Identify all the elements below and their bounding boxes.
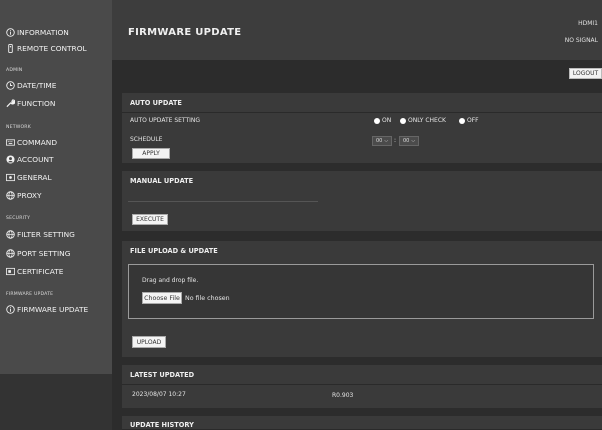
sidebar-item-firmware-update[interactable]: FIRMWARE UPDATE [6,301,88,317]
section-label-network: NETWORK [6,125,31,130]
clock-icon [6,80,15,90]
file-drop-zone[interactable]: Drag and drop file. Choose File No file … [128,264,594,319]
sidebar-item-information[interactable]: INFORMATION [6,24,69,40]
logout-button[interactable]: LOGOUT [569,68,602,79]
file-status: No file chosen [185,295,230,302]
section-label-security: SECURITY [6,216,31,221]
signal-status: NO SIGNAL [564,37,598,44]
file-upload-panel: FILE UPLOAD & UPDATE Drag and drop file.… [122,241,602,357]
sidebar-item-account[interactable]: ACCOUNT [6,151,54,167]
drop-instructions: Drag and drop file. [142,277,199,284]
select-value: 00 [403,138,410,144]
sidebar-item-label: REMOTE CONTROL [17,43,87,53]
minute-select[interactable]: 00 ⌵ [399,136,419,146]
page-title: FIRMWARE UPDATE [128,27,242,38]
general-icon [6,173,15,182]
latest-updated-panel: LATEST UPDATED 2023/08/07 10:27 R0.903 [122,365,602,408]
sidebar-item-label: GENERAL [17,172,52,182]
firmware-version: R0.903 [332,392,354,399]
section-label-firmware-update: FIRMWARE UPDATE [6,292,54,297]
radio-dot [400,117,406,124]
panel-title: MANUAL UPDATE [130,177,194,185]
auto-update-panel: AUTO UPDATE AUTO UPDATE SETTING ON ONLY … [122,93,602,163]
choose-file-button[interactable]: Choose File [142,292,182,304]
time-separator: : [394,137,397,144]
sidebar-item-label: INFORMATION [17,27,69,37]
sidebar-item-label: PORT SETTING [17,248,71,258]
execute-button[interactable]: EXECUTE [132,214,168,225]
account-icon [6,154,15,164]
radio-label: ON [382,117,392,124]
globe-icon [6,248,15,258]
globe-icon [6,229,15,239]
panel-title: UPDATE HISTORY [122,416,602,430]
sidebar-item-filter-setting[interactable]: FILTER SETTING [6,226,75,242]
radio-dot [374,117,380,124]
chevron-down-icon: ⌵ [411,138,416,144]
sidebar-item-label: PROXY [17,190,42,200]
wrench-icon [6,98,15,108]
radio-on[interactable]: ON [374,117,391,124]
radio-off[interactable]: OFF [459,117,479,124]
globe-icon [6,190,15,200]
panel-title: LATEST UPDATED [122,365,602,385]
sidebar-item-label: DATE/TIME [17,80,57,90]
radio-label: ONLY CHECK [408,117,446,124]
certificate-icon [6,267,15,276]
sidebar-item-label: FUNCTION [17,98,56,108]
select-value: 00 [376,138,383,144]
input-source: HDMI1 [578,20,598,27]
sidebar-item-command[interactable]: COMMAND [6,134,57,150]
section-label-admin: ADMIN [6,68,23,73]
sidebar-footer [0,374,112,430]
sidebar-item-proxy[interactable]: PROXY [6,187,42,203]
hour-select[interactable]: 00 ⌵ [372,136,392,146]
manual-update-panel: MANUAL UPDATE EXECUTE [122,171,602,231]
radio-dot [459,117,465,124]
schedule-label: SCHEDULE [130,136,163,143]
update-history-panel: UPDATE HISTORY [122,416,602,430]
sidebar-item-port-setting[interactable]: PORT SETTING [6,245,70,261]
auto-update-setting-label: AUTO UPDATE SETTING [130,117,201,124]
sidebar-item-date-time[interactable]: DATE/TIME [6,77,56,93]
sidebar-item-label: CERTIFICATE [17,266,64,276]
chevron-down-icon: ⌵ [384,138,389,144]
apply-button[interactable]: APPLY [132,148,170,159]
sidebar-item-function[interactable]: FUNCTION [6,95,55,111]
sidebar-item-label: ACCOUNT [17,154,54,164]
sidebar-item-label: FILTER SETTING [17,229,75,239]
remote-icon [6,43,15,53]
keyboard-icon [6,138,15,147]
radio-only-check[interactable]: ONLY CHECK [400,117,446,124]
latest-update-datetime: 2023/08/07 10:27 [132,391,186,398]
radio-label: OFF [467,117,479,124]
header: FIRMWARE UPDATE HDMI1 NO SIGNAL [112,0,602,60]
divider [128,201,318,202]
info-icon [6,304,15,314]
sidebar-item-remote-control[interactable]: REMOTE CONTROL [6,40,87,56]
sidebar-item-label: FIRMWARE UPDATE [17,304,89,314]
sidebar-item-certificate[interactable]: CERTIFICATE [6,263,63,279]
sidebar-item-label: COMMAND [17,137,58,147]
panel-title: FILE UPLOAD & UPDATE [130,247,218,255]
sidebar: INFORMATION REMOTE CONTROL ADMIN DATE/TI… [0,0,112,430]
upload-button[interactable]: UPLOAD [132,336,166,348]
panel-title: AUTO UPDATE [122,93,602,113]
info-icon [6,27,15,37]
sidebar-item-general[interactable]: GENERAL [6,169,52,185]
